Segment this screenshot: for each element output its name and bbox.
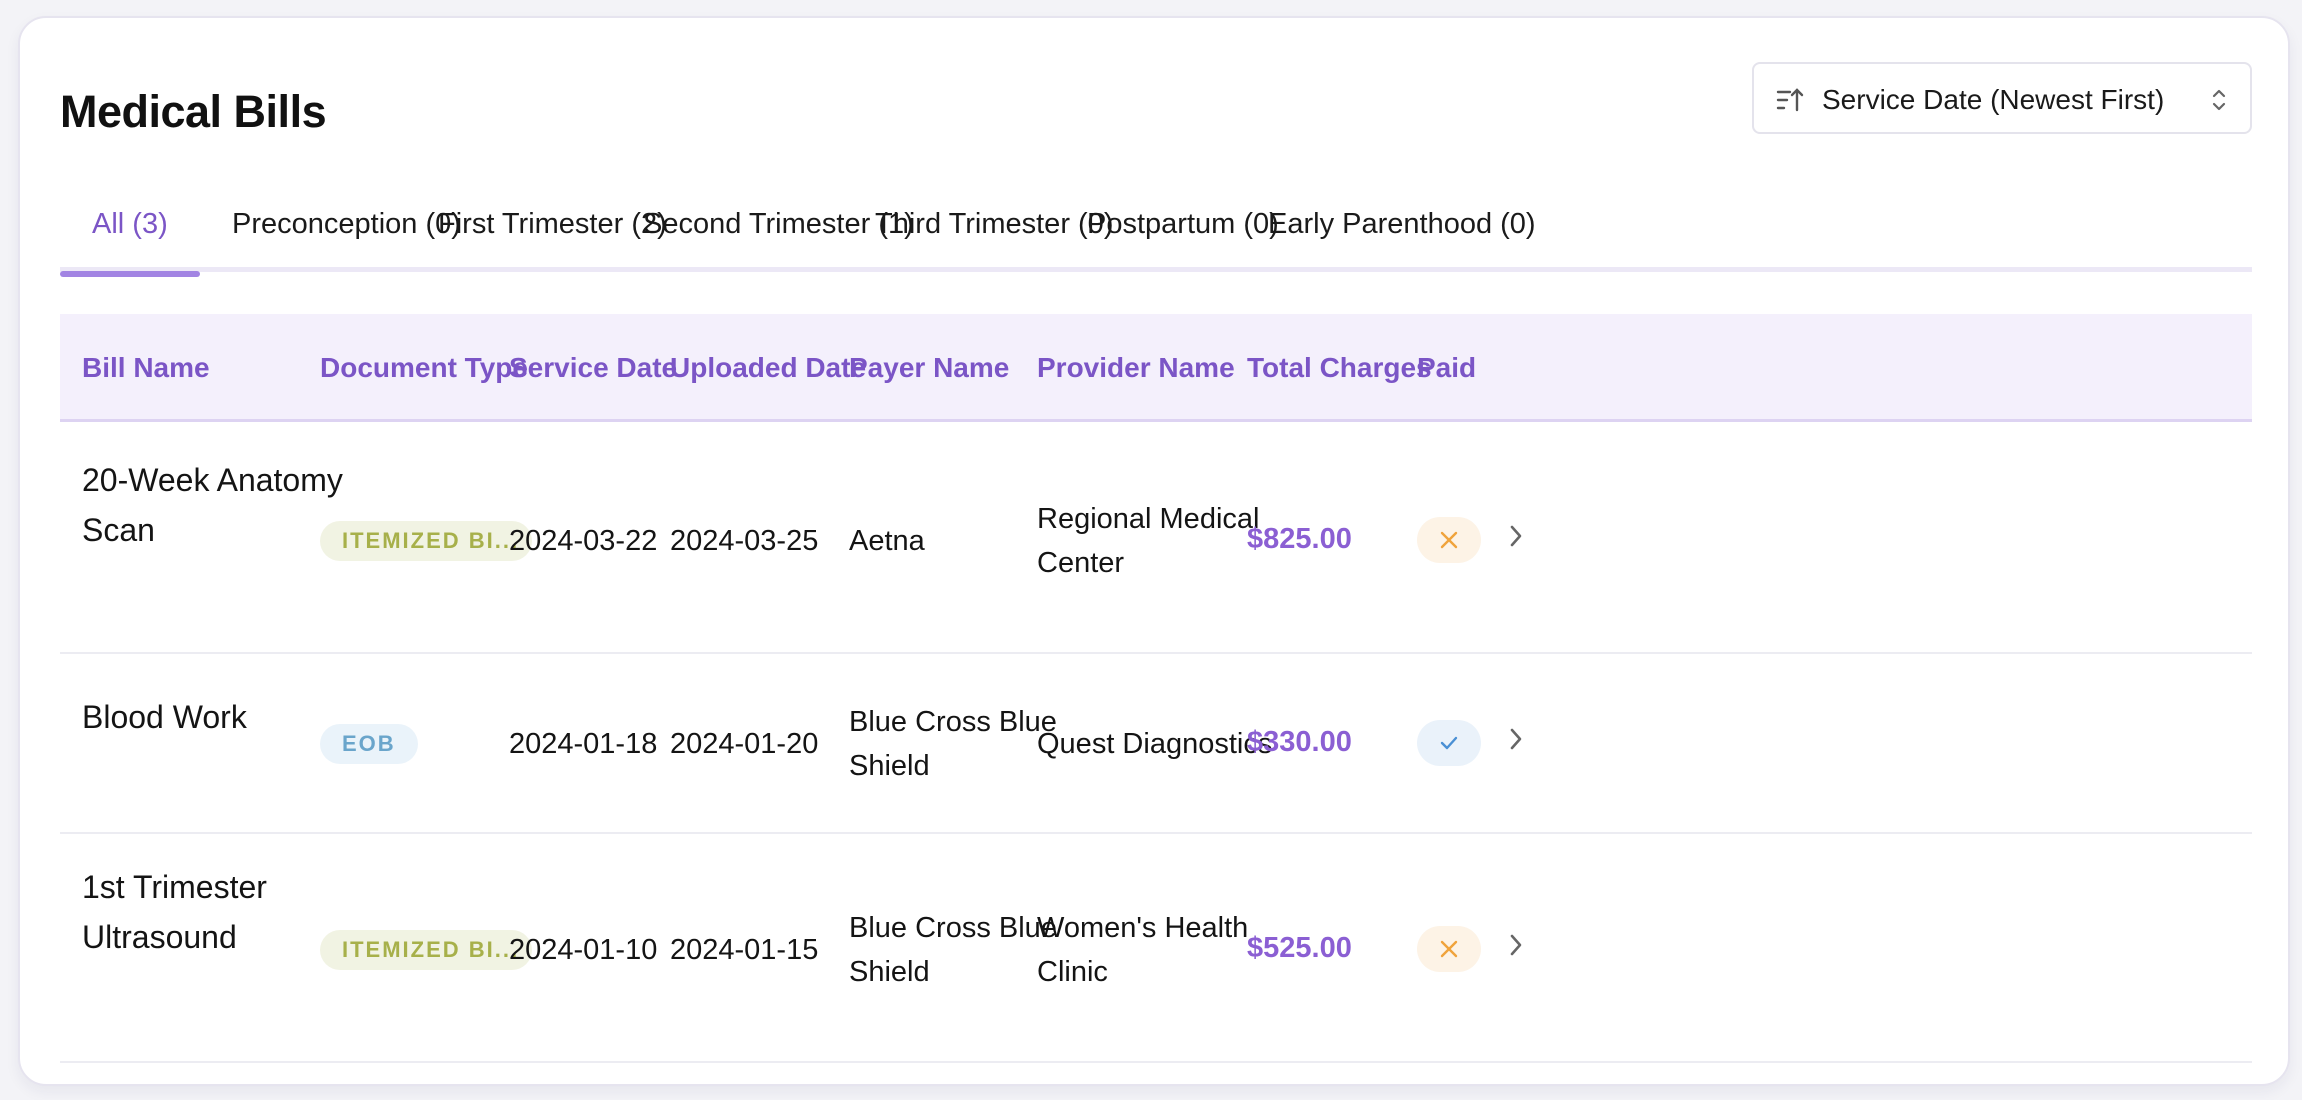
service-date: 2024-03-22	[509, 525, 658, 557]
chevron-right-icon[interactable]	[1506, 726, 1526, 752]
payer-name-line: Blue Cross Blue	[849, 706, 1057, 738]
payer-name-line: Aetna	[849, 525, 925, 557]
close-icon	[1440, 531, 1458, 549]
provider-name-line: Center	[1037, 547, 1125, 579]
provider-name-line: Quest Diagnostics	[1037, 728, 1273, 760]
chevron-right-icon[interactable]	[1506, 932, 1526, 958]
stage-tabs: All (3) Preconception (0) First Trimeste…	[60, 194, 2252, 277]
bill-name-line: Ultrasound	[82, 919, 237, 955]
column-header-uploaded-date[interactable]: Uploaded Date	[670, 352, 866, 384]
table-header: Bill Name Document Type Service Date Upl…	[60, 314, 2252, 422]
bill-name: 1st Trimester Ultrasound	[82, 862, 267, 962]
column-header-document-type[interactable]: Document Type	[320, 352, 528, 384]
bill-name-line: 20-Week Anatomy	[82, 462, 343, 498]
uploaded-date: 2024-01-15	[670, 934, 819, 966]
medical-bills-card: Medical Bills Service Date (Newest First…	[18, 16, 2290, 1086]
paid-status-badge	[1417, 926, 1481, 972]
sort-ascending-icon	[1776, 88, 1804, 112]
table-row[interactable]: 20-Week Anatomy Scan ITEMIZED BI... 2024…	[60, 425, 2252, 654]
table-row[interactable]: Blood Work EOB 2024-01-18 2024-01-20 Blu…	[60, 654, 2252, 834]
provider-name: Regional Medical Center	[1037, 497, 1259, 585]
payer-name-line: Blue Cross Blue	[849, 912, 1057, 944]
tab-all[interactable]: All (3)	[60, 208, 200, 277]
column-header-total-charges[interactable]: Total Charges	[1247, 352, 1432, 384]
bill-name: Blood Work	[82, 692, 247, 742]
provider-name-line: Women's Health	[1037, 912, 1249, 944]
provider-name: Quest Diagnostics	[1037, 722, 1272, 766]
check-icon	[1440, 736, 1458, 750]
chevron-right-icon[interactable]	[1506, 523, 1526, 549]
provider-name-line: Regional Medical	[1037, 503, 1260, 535]
service-date: 2024-01-10	[509, 934, 658, 966]
paid-status-badge	[1417, 720, 1481, 766]
column-header-bill-name[interactable]: Bill Name	[82, 352, 210, 384]
document-type-badge: ITEMIZED BI...	[320, 521, 532, 561]
payer-name-line: Shield	[849, 750, 930, 782]
paid-status-badge	[1417, 517, 1481, 563]
payer-name: Aetna	[849, 519, 925, 563]
bill-name-line: 1st Trimester	[82, 869, 267, 905]
chevron-up-down-icon	[2212, 89, 2226, 111]
tab-early-parenthood[interactable]: Early Parenthood (0)	[1236, 208, 1568, 272]
page-header: Medical Bills Service Date (Newest First…	[60, 62, 2252, 152]
column-header-payer-name[interactable]: Payer Name	[849, 352, 1009, 384]
document-type-badge: ITEMIZED BI...	[320, 930, 532, 970]
payer-name: Blue Cross Blue Shield	[849, 906, 1057, 994]
page-title: Medical Bills	[60, 86, 327, 137]
close-icon	[1440, 940, 1458, 958]
provider-name: Women's Health Clinic	[1037, 906, 1248, 994]
document-type-badge: EOB	[320, 724, 418, 764]
column-header-paid[interactable]: Paid	[1417, 352, 1476, 384]
total-charges: $525.00	[1247, 932, 1352, 964]
provider-name-line: Clinic	[1037, 956, 1108, 988]
table-row[interactable]: 1st Trimester Ultrasound ITEMIZED BI... …	[60, 834, 2252, 1063]
uploaded-date: 2024-01-20	[670, 728, 819, 760]
tab-label: Early Parenthood (0)	[1268, 208, 1536, 240]
bill-name-line: Blood Work	[82, 699, 247, 735]
sort-select-value: Service Date (Newest First)	[1822, 84, 2165, 115]
tab-label: All (3)	[92, 208, 168, 240]
payer-name: Blue Cross Blue Shield	[849, 700, 1057, 788]
total-charges: $330.00	[1247, 726, 1352, 758]
bill-name-line: Scan	[82, 512, 155, 548]
payer-name-line: Shield	[849, 956, 930, 988]
total-charges: $825.00	[1247, 523, 1352, 555]
column-header-provider-name[interactable]: Provider Name	[1037, 352, 1235, 384]
uploaded-date: 2024-03-25	[670, 525, 819, 557]
service-date: 2024-01-18	[509, 728, 658, 760]
sort-select[interactable]: Service Date (Newest First)	[1752, 62, 2252, 134]
column-header-service-date[interactable]: Service Date	[509, 352, 677, 384]
bill-name: 20-Week Anatomy Scan	[82, 455, 343, 555]
